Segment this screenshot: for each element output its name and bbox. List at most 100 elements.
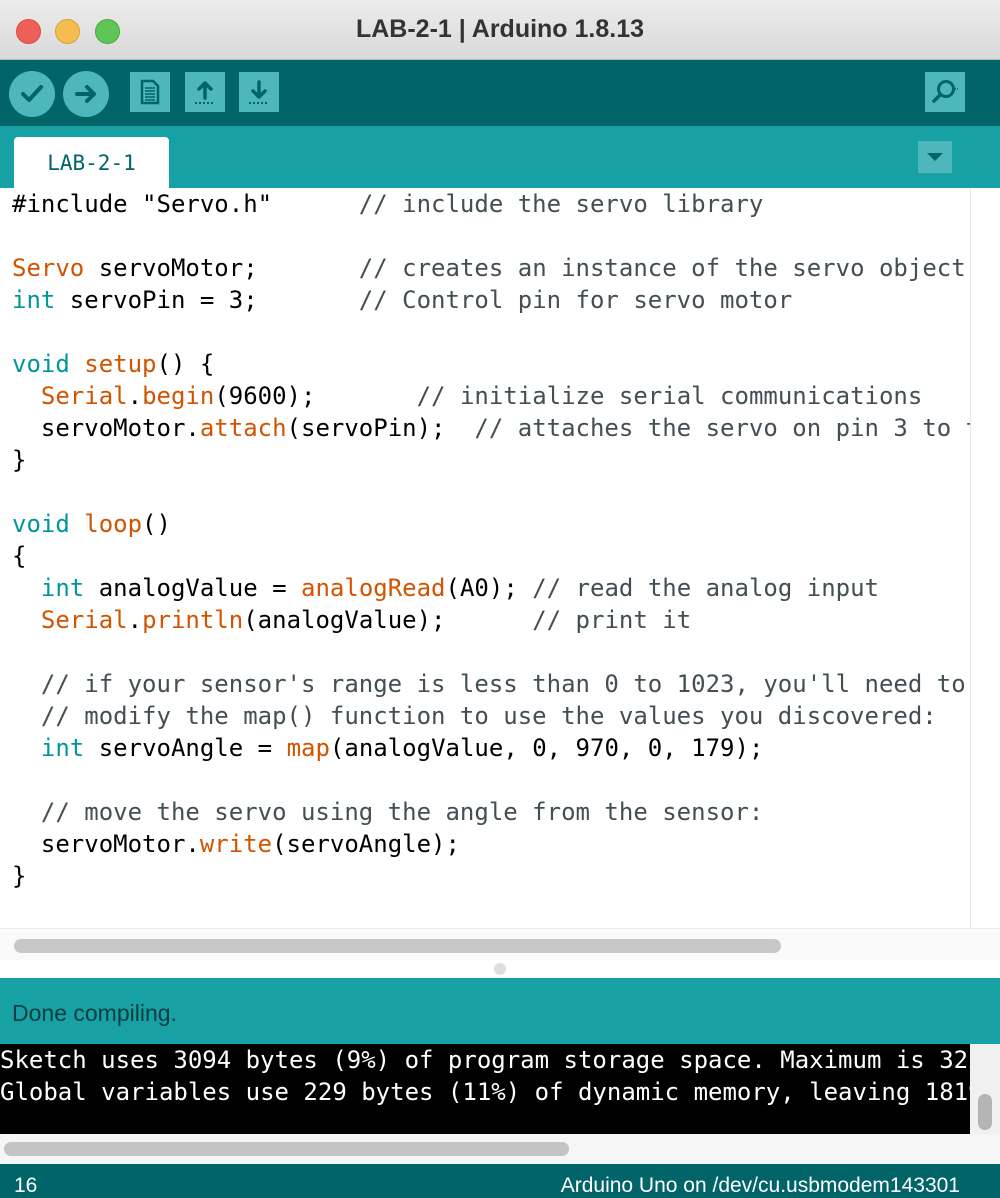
code-line[interactable]: int servoPin = 3; // Control pin for ser… [12,284,972,316]
divider-handle[interactable] [494,963,506,975]
code-token: Serial [40,606,128,634]
code-token: servoMotor. [12,830,200,858]
code-token: (analogValue, 0, 970, 0, 179); [329,734,764,762]
open-sketch-button[interactable] [185,72,225,112]
new-sketch-button[interactable] [130,72,170,112]
code-token: // include the servo library [358,190,764,218]
code-token: println [142,606,244,634]
code-line[interactable]: servoMotor.attach(servoPin); // attaches… [12,412,972,444]
arrow-down-icon [249,80,269,104]
code-token: (9600); [214,382,417,410]
code-token: // print it [532,606,692,634]
code-token: (A0); [445,574,533,602]
code-token: // Control pin for servo motor [358,286,793,314]
code-token: void [12,350,70,378]
line-number: 16 [14,1174,38,1197]
code-line[interactable]: Servo servoMotor; // creates an instance… [12,252,972,284]
code-line[interactable]: Serial.begin(9600); // initialize serial… [12,380,972,412]
editor-horizontal-scrollbar[interactable] [0,928,1000,960]
code-editor[interactable]: #include "Servo.h" // include the servo … [0,188,1000,960]
code-token: } [12,446,27,474]
code-token: write [199,830,273,858]
code-line[interactable] [12,220,972,252]
code-token: void [12,510,70,538]
code-line[interactable]: int analogValue = analogRead(A0); // rea… [12,572,972,604]
code-token: // creates an instance of the servo obje… [358,254,972,282]
code-line[interactable]: // if your sensor's range is less than 0… [12,668,972,700]
code-token: int [12,286,56,314]
code-token: int [40,734,85,762]
console-horizontal-scroll-thumb[interactable] [4,1142,569,1156]
serial-monitor-button[interactable] [925,72,965,112]
code-token: // attaches the servo on pin 3 to the [474,414,972,442]
tab-lab-2-1[interactable]: LAB-2-1 [14,137,169,188]
code-line[interactable]: { [12,540,972,572]
code-token: // if your sensor's range is less than 0… [12,670,966,698]
console-vertical-scrollbar[interactable] [970,1044,1000,1134]
code-token: (servoPin); [286,414,475,442]
code-line[interactable]: // move the servo using the angle from t… [12,796,972,828]
new-sketch-icon [140,79,160,105]
code-token: (analogValue); [243,606,533,634]
code-token: map [286,734,330,762]
console-line: Sketch uses 3094 bytes (9%) of program s… [0,1046,970,1074]
code-token: analogRead [301,574,446,602]
code-token: } [12,862,27,890]
code-token: // read the analog input [532,574,879,602]
code-line[interactable]: #include "Servo.h" // include the servo … [12,188,972,220]
arrow-right-icon [75,85,96,103]
code-token: #include "Servo.h" [12,190,359,218]
code-line[interactable]: void loop() [12,508,972,540]
console-line: Global variables use 229 bytes (11%) of … [0,1078,970,1106]
editor-vertical-scrollbar[interactable] [970,188,1000,928]
code-text-area[interactable]: #include "Servo.h" // include the servo … [12,188,972,928]
checkmark-icon [21,85,43,102]
arrow-up-icon [195,81,215,104]
code-token: Serial [40,382,128,410]
status-bar: Done compiling. [0,978,1000,1044]
code-line[interactable] [12,316,972,348]
upload-button[interactable] [63,71,109,117]
console-output: Sketch uses 3094 bytes (9%) of program s… [0,1044,1000,1134]
code-token: { [12,542,27,570]
tab-bar: LAB-2-1 [0,126,1000,188]
code-token: . [127,606,143,634]
code-token: () [142,510,171,538]
code-token: setup [84,350,157,378]
code-line[interactable] [12,636,972,668]
code-token: servoAngle = [84,734,287,762]
code-token: () { [156,350,215,378]
verify-button[interactable] [9,71,55,117]
footer-bar: 16 Arduino Uno on /dev/cu.usbmodem143301 [0,1164,1000,1198]
status-message: Done compiling. [12,1000,177,1026]
code-line[interactable]: } [12,860,972,892]
code-token: int [40,574,85,602]
code-line[interactable]: int servoAngle = map(analogValue, 0, 970… [12,732,972,764]
window-titlebar: LAB-2-1 | Arduino 1.8.13 [0,0,1000,60]
window-title: LAB-2-1 | Arduino 1.8.13 [355,15,645,43]
code-line[interactable]: servoMotor.write(servoAngle); [12,828,972,860]
code-line[interactable] [12,476,972,508]
board-port-label: Arduino Uno on /dev/cu.usbmodem143301 [560,1174,960,1197]
console-horizontal-scrollbar[interactable] [0,1134,1000,1164]
code-token: analogValue = [84,574,302,602]
code-line[interactable]: void setup() { [12,348,972,380]
save-sketch-button[interactable] [239,72,279,112]
tab-menu-button[interactable] [918,141,952,173]
code-token: attach [199,414,287,442]
code-token: servoMotor. [12,414,200,442]
editor-horizontal-scroll-thumb[interactable] [14,939,781,953]
pane-divider[interactable] [0,960,1000,978]
toolbar [0,60,1000,126]
code-line[interactable] [12,764,972,796]
console-vertical-scroll-thumb[interactable] [978,1094,992,1130]
code-line[interactable]: // modify the map() function to use the … [12,700,972,732]
magnifier-icon [932,80,958,103]
code-token: servoPin = 3; [55,286,359,314]
code-line[interactable]: } [12,444,972,476]
code-token: . [127,382,143,410]
code-line[interactable]: Serial.println(analogValue); // print it [12,604,972,636]
